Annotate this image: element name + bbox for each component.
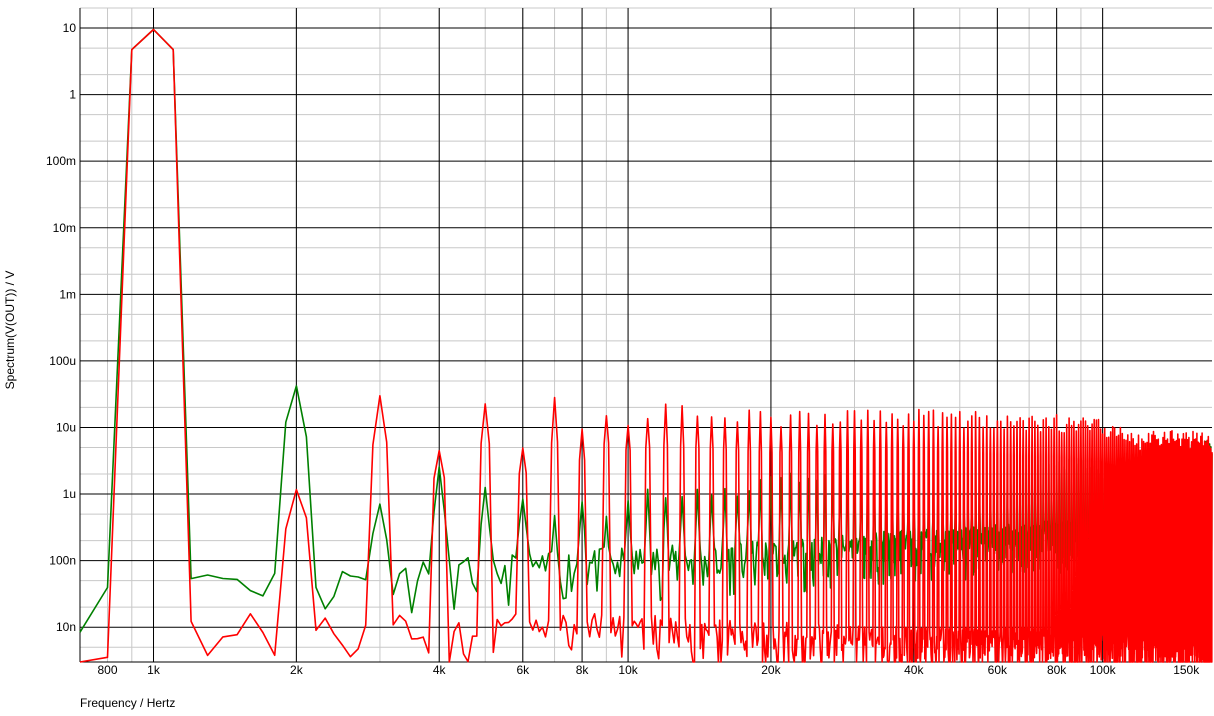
spectrum-chart-svg: 10 1 100m 10m 1m 100u 10u 1u 100n 10n 800 1k 2k 4k 6k… (0, 0, 1214, 711)
y-tick-label: 100u (49, 354, 76, 368)
x-tick-label: 150k (1173, 663, 1200, 677)
y-axis-label-svg: Spectrum(V(OUT)) / V (3, 271, 17, 390)
y-tick-label: 1u (63, 487, 76, 501)
spectrum-chart: 10 1 100m 10m 1m 100u 10u 1u 100n 10n 800 1k 2k 4k 6k… (0, 0, 1214, 711)
y-tick-label: 1 (69, 88, 76, 102)
y-tick-label: 10u (56, 420, 76, 434)
y-axis-label-wrap: Spectrum(V(OUT)) / V (2, 0, 18, 711)
x-tick-label: 800 (98, 663, 118, 677)
y-tick-label: 1m (59, 287, 76, 301)
y-tick-label: 10n (56, 620, 76, 634)
x-tick-label: 100k (1090, 663, 1117, 677)
x-tick-label: 20k (761, 663, 781, 677)
x-tick-label: 8k (576, 663, 590, 677)
y-tick-label: 10m (53, 221, 76, 235)
x-tick-label: 10k (618, 663, 638, 677)
x-tick-label: 80k (1047, 663, 1067, 677)
x-tick-label: 4k (433, 663, 447, 677)
y-axis-label: Spectrum(V(OUT)) / V (3, 271, 17, 390)
x-axis-label: Frequency / Hertz (80, 696, 176, 710)
x-tick-label: 2k (290, 663, 304, 677)
x-tick-label: 60k (988, 663, 1008, 677)
y-tick-label: 10 (63, 21, 77, 35)
x-tick-label: 40k (904, 663, 924, 677)
x-tick-label: 1k (147, 663, 161, 677)
y-tick-label: 100n (49, 554, 76, 568)
y-tick-label: 100m (46, 154, 76, 168)
x-tick-label: 6k (516, 663, 530, 677)
